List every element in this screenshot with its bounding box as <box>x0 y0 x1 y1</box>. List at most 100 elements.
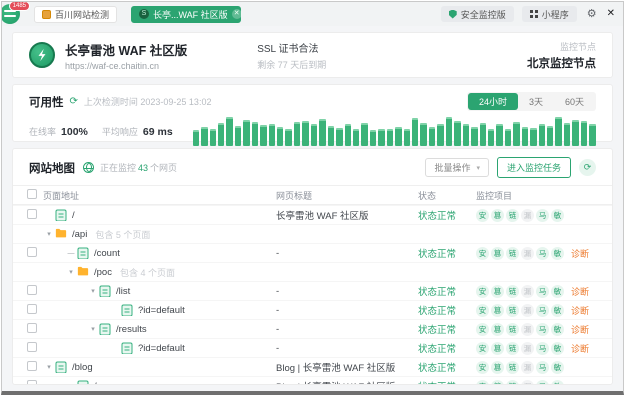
browser-window: 1485 百川网站检测 S 长亭...WAF 社区版 ✕ 安全监控版 小程序 ⚙… <box>1 1 624 395</box>
row-checkbox[interactable] <box>27 380 37 385</box>
diagnose-link[interactable]: 诊断 <box>571 304 589 317</box>
batch-actions-select[interactable]: 批量操作 ▾ <box>425 158 489 177</box>
uptime-bar <box>277 127 283 146</box>
site-title: 长亭雷池 WAF 社区版 <box>65 40 187 59</box>
uptime-bar <box>480 123 486 146</box>
tree-collapse-icon[interactable]: ▾ <box>43 363 55 371</box>
row-checkbox[interactable] <box>27 323 37 333</box>
status-badge: 状态正常 <box>418 325 456 336</box>
uptime-bar <box>581 121 587 146</box>
page-path[interactable]: /list <box>116 286 130 297</box>
page-path[interactable]: /count <box>94 248 120 259</box>
monitor-item-badge: 马 <box>536 342 549 355</box>
tree-collapse-icon[interactable]: ▾ <box>87 325 99 333</box>
tab-baichuan[interactable]: 百川网站检测 <box>34 6 117 23</box>
tree-collapse-icon[interactable]: ▾ <box>43 230 55 238</box>
monitor-item-badge: 马 <box>536 361 549 374</box>
monitor-item-badge: 安 <box>476 323 489 336</box>
uptime-bar <box>226 117 232 146</box>
monitor-item-badge: 链 <box>506 247 519 260</box>
table-refresh-icon[interactable]: ⟳ <box>579 159 596 176</box>
range-chip[interactable]: 24小时 <box>468 93 518 110</box>
tree-collapse-icon[interactable]: ▾ <box>87 287 99 295</box>
page-path[interactable]: / <box>94 381 97 385</box>
uptime-bar <box>193 130 199 146</box>
uptime-bar <box>589 124 595 146</box>
uptime-bar <box>269 124 275 146</box>
range-chip[interactable]: 3天 <box>518 93 554 110</box>
online-rate-value: 100% <box>61 126 88 138</box>
uptime-bar <box>513 122 519 146</box>
window-close-icon[interactable]: ✕ <box>607 9 615 19</box>
monitor-item-badge: 链 <box>506 209 519 222</box>
security-monitor-button[interactable]: 安全监控版 <box>441 6 514 22</box>
app-logo[interactable]: 1485 <box>1 4 20 24</box>
diagnose-link[interactable]: 诊断 <box>571 323 589 336</box>
page-path[interactable]: ?id=default <box>138 305 185 316</box>
row-checkbox[interactable] <box>27 209 37 219</box>
shield-icon <box>449 10 457 19</box>
monitor-item-badge: 漏 <box>521 209 534 222</box>
table-row: ▾/list-状态正常安篡链漏马敏诊断 <box>13 281 612 300</box>
monitor-item-badge: 马 <box>536 380 549 385</box>
tab-safeline-active[interactable]: S 长亭...WAF 社区版 ✕ <box>131 6 241 23</box>
monitor-node-label: 监控节点 <box>527 40 596 53</box>
mini-program-button[interactable]: 小程序 <box>522 6 577 22</box>
uptime-bar <box>285 129 291 146</box>
uptime-bars <box>193 116 596 146</box>
monitor-node-value[interactable]: 北京监控节点 <box>527 55 596 71</box>
uptime-bar <box>218 123 224 146</box>
select-all-checkbox[interactable] <box>27 189 37 199</box>
refresh-icon[interactable]: ⟳ <box>70 96 78 107</box>
row-checkbox[interactable] <box>27 361 37 371</box>
uptime-bar <box>294 122 300 146</box>
monitor-item-badge: 篡 <box>491 361 504 374</box>
site-url[interactable]: https://waf-ce.chaitin.cn <box>65 61 187 71</box>
tab-label: 百川网站检测 <box>55 8 109 21</box>
page-path[interactable]: /results <box>116 324 147 335</box>
page-path[interactable]: ?id=default <box>138 343 185 354</box>
page-icon <box>121 304 133 316</box>
uptime-bar <box>437 124 443 146</box>
site-favicon <box>29 42 55 68</box>
monitor-item-badge: 安 <box>476 380 489 385</box>
diagnose-link[interactable]: 诊断 <box>571 247 589 260</box>
tab-label: 长亭...WAF 社区版 <box>153 8 228 21</box>
monitor-item-badge: 链 <box>506 285 519 298</box>
row-checkbox[interactable] <box>27 342 37 352</box>
monitor-item-badge: 敏 <box>551 304 564 317</box>
tree-collapse-icon[interactable]: ▾ <box>65 268 77 276</box>
tab-close-icon[interactable]: ✕ <box>232 9 242 19</box>
range-chip[interactable]: 60天 <box>554 93 595 110</box>
status-badge: 状态正常 <box>418 249 456 260</box>
row-checkbox[interactable] <box>27 285 37 295</box>
folder-icon <box>55 228 67 240</box>
page-icon <box>99 285 111 297</box>
main-content: 长亭雷池 WAF 社区版 https://waf-ce.chaitin.cn S… <box>2 26 623 391</box>
diagnose-link[interactable]: 诊断 <box>571 342 589 355</box>
settings-gear-icon[interactable]: ⚙ <box>587 9 597 20</box>
page-title: Blog | 长亭雷池 WAF 社区版 <box>276 379 418 384</box>
page-path[interactable]: /api <box>72 229 87 240</box>
diagnose-link[interactable]: 诊断 <box>571 285 589 298</box>
uptime-bar <box>353 129 359 146</box>
monitor-item-badge: 敏 <box>551 209 564 222</box>
page-path[interactable]: /blog <box>72 362 93 373</box>
table-row: ?id=default-状态正常安篡链漏马敏诊断 <box>13 338 612 357</box>
monitor-count: 43 <box>136 163 150 173</box>
row-checkbox[interactable] <box>27 247 37 257</box>
monitor-item-badge: 篡 <box>491 304 504 317</box>
table-row: /Blog | 长亭雷池 WAF 社区版状态正常安篡链漏马敏 <box>13 376 612 384</box>
monitor-item-badge: 敏 <box>551 323 564 336</box>
page-title: - <box>276 343 418 354</box>
uptime-bar <box>328 126 334 146</box>
monitor-item-badge: 马 <box>536 209 549 222</box>
status-badge: 状态正常 <box>418 363 456 374</box>
row-checkbox[interactable] <box>27 304 37 314</box>
uptime-bar <box>420 123 426 146</box>
enter-monitor-task-button[interactable]: 进入监控任务 <box>497 157 571 178</box>
uptime-bar <box>488 129 494 146</box>
page-path[interactable]: /poc <box>94 267 112 278</box>
page-path[interactable]: / <box>72 210 75 221</box>
status-badge: 状态正常 <box>418 211 456 222</box>
